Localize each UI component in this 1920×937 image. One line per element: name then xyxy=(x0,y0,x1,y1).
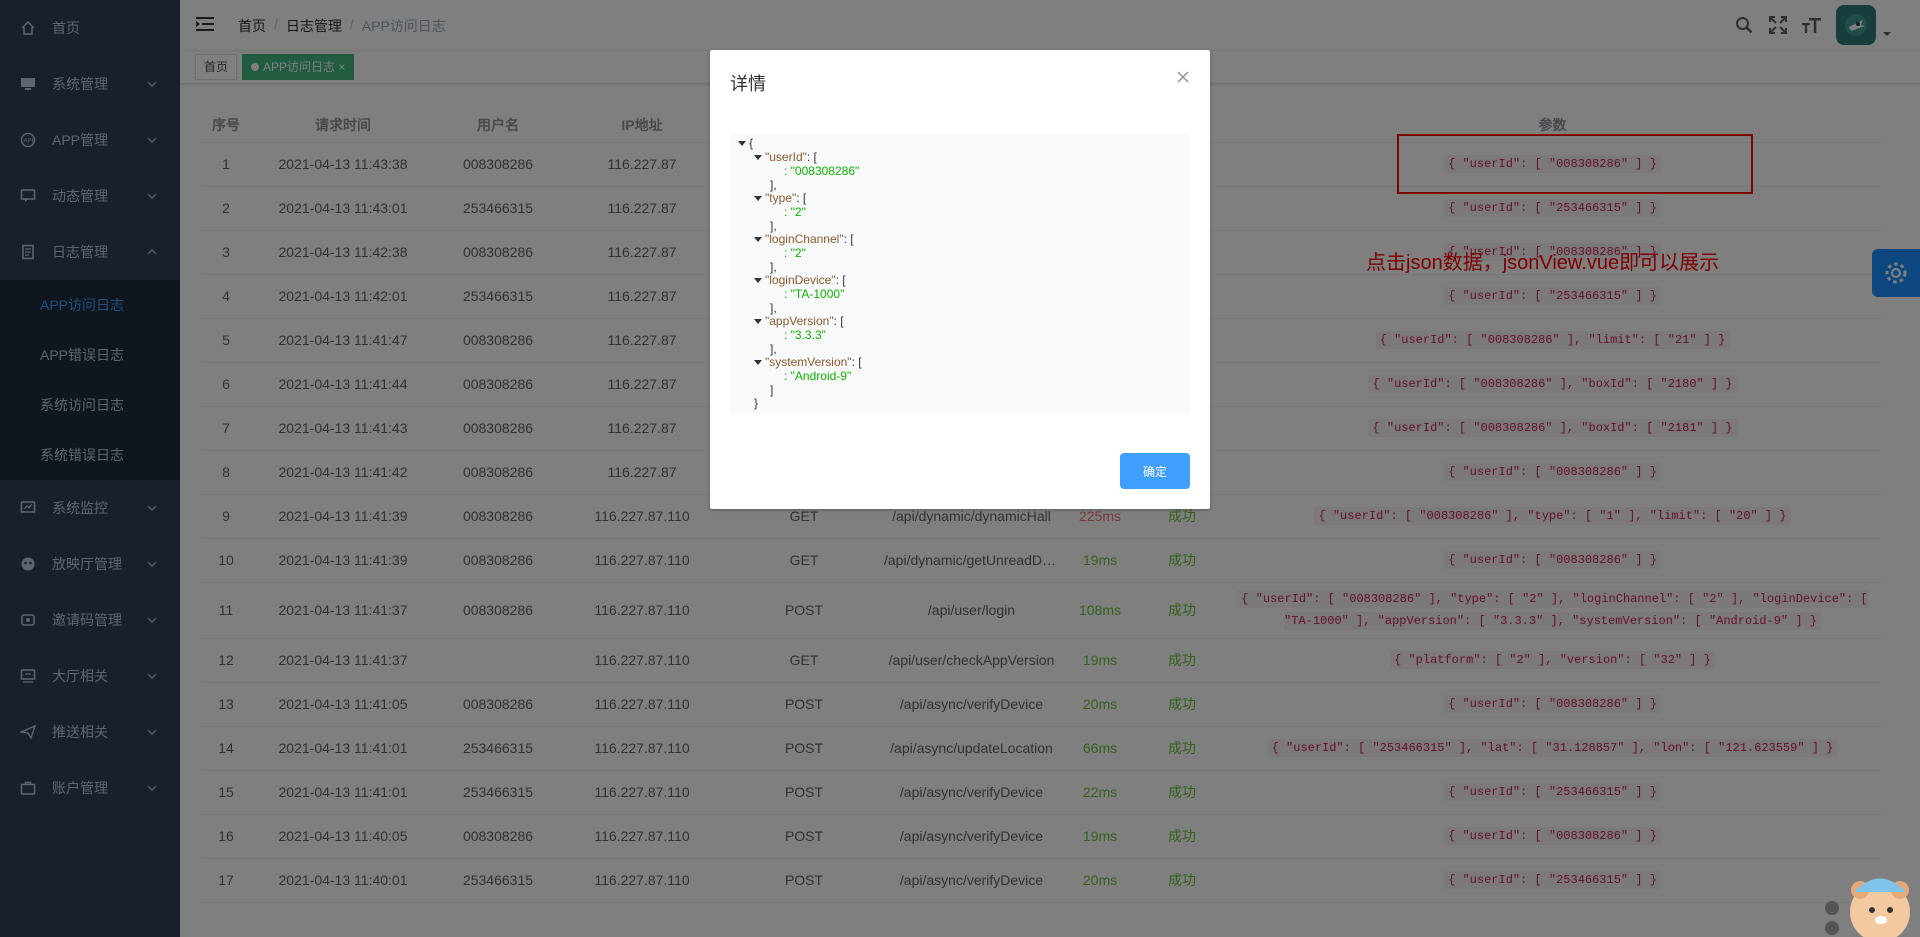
json-key: "loginDevice" xyxy=(765,273,836,287)
collapse-toggle-icon[interactable] xyxy=(754,278,762,284)
json-bracket: ], xyxy=(770,260,777,274)
json-line: : "TA-1000" xyxy=(784,287,844,301)
json-line[interactable]: { xyxy=(738,136,753,150)
json-punct: : [ xyxy=(843,232,854,246)
collapse-toggle-icon[interactable] xyxy=(754,196,762,202)
json-value: : "008308286" xyxy=(784,164,860,178)
collapse-toggle-icon[interactable] xyxy=(754,237,762,243)
json-line: : "Android-9" xyxy=(784,369,851,383)
json-line: ], xyxy=(770,301,777,315)
json-line[interactable]: "appVersion": [ xyxy=(754,314,844,328)
json-key: "appVersion" xyxy=(765,314,834,328)
json-bracket: ], xyxy=(770,342,777,356)
json-line: ], xyxy=(770,342,777,356)
detail-dialog: 详情 {"userId": [: "008308286"], "type": [:… xyxy=(710,50,1210,509)
json-line[interactable]: "loginDevice": [ xyxy=(754,273,846,287)
collapse-toggle-icon[interactable] xyxy=(738,141,746,147)
json-line: ] xyxy=(770,383,773,397)
json-bracket: ], xyxy=(770,301,777,315)
json-key: "loginChannel" xyxy=(765,232,844,246)
json-brace: } xyxy=(754,396,759,410)
json-value: : "2" xyxy=(784,246,806,260)
json-line: } xyxy=(754,396,758,410)
json-key: "systemVersion" xyxy=(765,355,852,369)
json-punct: : [ xyxy=(835,273,846,287)
json-brace: { xyxy=(749,136,754,150)
json-bracket: ] xyxy=(770,383,774,397)
collapse-toggle-icon[interactable] xyxy=(754,360,762,366)
dialog-title: 详情 xyxy=(730,74,766,94)
json-line: ], xyxy=(770,178,777,192)
json-viewer[interactable]: {"userId": [: "008308286"], "type": [: "2… xyxy=(730,134,1190,414)
json-line: ], xyxy=(770,219,777,233)
json-line: : "008308286" xyxy=(784,164,859,178)
collapse-toggle-icon[interactable] xyxy=(754,155,762,161)
json-line: ], xyxy=(770,260,777,274)
json-punct: : [ xyxy=(851,355,862,369)
json-line[interactable]: "loginChannel": [ xyxy=(754,232,854,246)
mascot-bear-icon xyxy=(1825,878,1910,937)
json-value: : "TA-1000" xyxy=(784,287,845,301)
json-line: : "2" xyxy=(784,246,806,260)
json-punct: : [ xyxy=(806,150,817,164)
json-value: : "Android-9" xyxy=(784,369,852,383)
json-key: "type" xyxy=(765,191,797,205)
confirm-button[interactable]: 确定 xyxy=(1120,453,1190,489)
json-line: : "3.3.3" xyxy=(784,328,826,342)
json-value: : "3.3.3" xyxy=(784,328,826,342)
json-bracket: ], xyxy=(770,219,777,233)
close-icon[interactable] xyxy=(1176,70,1190,84)
json-line[interactable]: "userId": [ xyxy=(754,150,817,164)
json-punct: : [ xyxy=(796,191,807,205)
collapse-toggle-icon[interactable] xyxy=(754,319,762,325)
json-line[interactable]: "type": [ xyxy=(754,191,806,205)
json-value: : "2" xyxy=(784,205,806,219)
json-punct: : [ xyxy=(833,314,844,328)
json-key: "userId" xyxy=(765,150,807,164)
json-line[interactable]: "systemVersion": [ xyxy=(754,355,862,369)
json-line: : "2" xyxy=(784,205,806,219)
json-bracket: ], xyxy=(770,178,777,192)
